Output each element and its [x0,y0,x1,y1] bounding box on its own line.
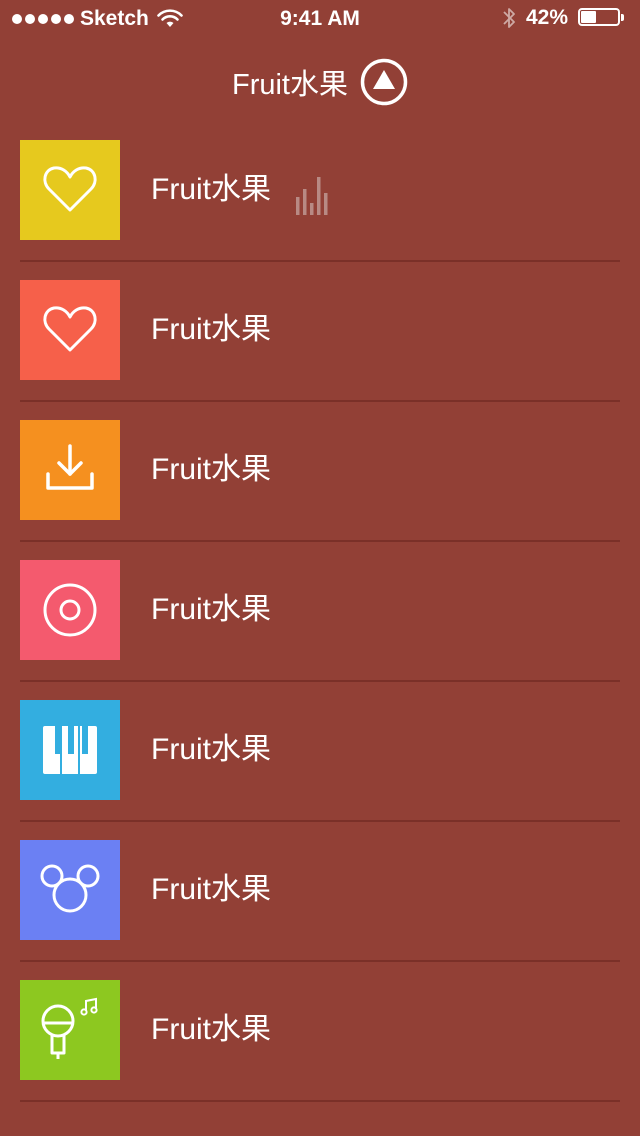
divider [20,1100,620,1102]
status-bar: Sketch 9:41 AM 42% [0,0,640,40]
tile-download-icon [20,420,120,520]
tile-piano-icon [20,700,120,800]
heart-icon [43,166,97,212]
list-item-label: Fruit水果 [151,733,271,766]
list-item[interactable]: Fruit水果 [0,262,640,402]
mickey-icon [40,864,100,913]
list-item-label: Fruit水果 [151,173,271,206]
equalizer-bars-icon [296,177,328,215]
tile-heart-icon [20,280,120,380]
tile-heart-icon [20,140,120,240]
piano-icon [43,726,97,774]
list-item[interactable]: Fruit水果 [0,962,640,1102]
download-icon [46,444,94,490]
bluetooth-icon [503,8,515,28]
list-item-label: Fruit水果 [151,593,271,626]
tile-microphone-icon [20,980,120,1080]
page-title: Fruit水果 [231,69,348,101]
list-item[interactable]: Fruit水果 [0,122,640,262]
list-item[interactable]: Fruit水果 [0,822,640,962]
microphone-icon [41,997,98,1059]
battery-percent: 42% [525,6,568,29]
menu-list: Fruit水果 Fruit水果 Fruit水果 Fruit水果 Fruit水果 Fruit… [0,122,640,1102]
status-bar-right: 42% [502,6,626,30]
battery-icon [578,7,626,29]
list-item[interactable]: Fruit水果 [0,682,640,822]
list-item-label: Fruit水果 [151,313,271,346]
list-item[interactable]: Fruit水果 [0,542,640,682]
list-item-label: Fruit水果 [151,873,271,906]
list-item[interactable]: Fruit水果 [0,402,640,542]
tile-mickey-icon [20,840,120,940]
tile-disc-icon [20,560,120,660]
disc-icon [43,583,97,637]
list-item-label: Fruit水果 [151,453,271,486]
triangle-circle-icon[interactable] [360,58,408,106]
heart-icon [43,306,97,352]
list-item-label: Fruit水果 [151,1013,271,1046]
header: Fruit水果 [0,52,640,112]
